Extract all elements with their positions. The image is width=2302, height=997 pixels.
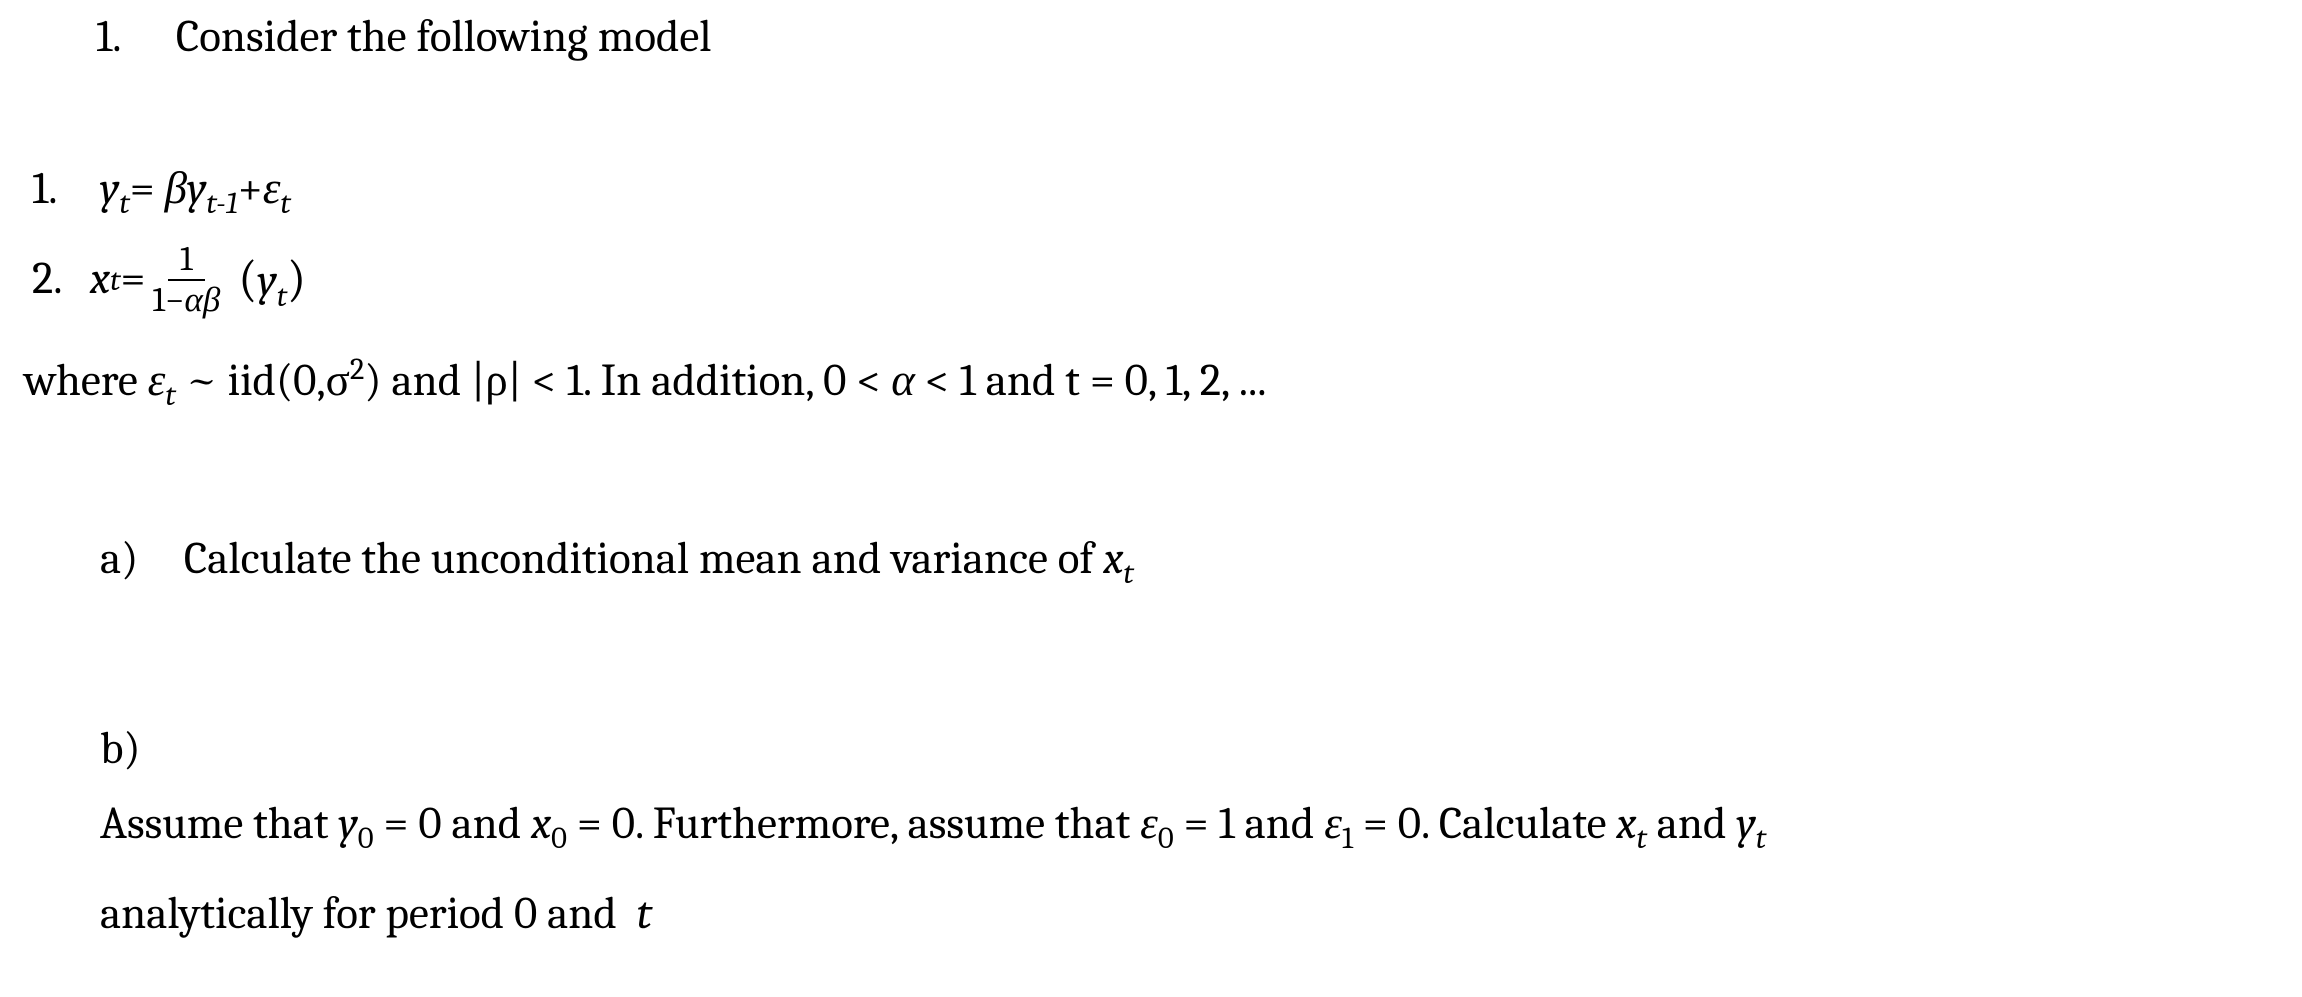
eq2-paren: (yt) xyxy=(227,247,306,312)
equation-1: 1. yt= βyt-1+εt xyxy=(32,160,291,219)
part-a: a) Calculate the unconditional mean and … xyxy=(100,530,2184,589)
pb-x0v: x xyxy=(531,798,551,850)
pb-t7: analytically for period 0 and xyxy=(100,888,627,940)
where-eps: ε xyxy=(148,355,166,407)
where-and2: < 1 and t = 0, 1, 2, ... xyxy=(915,355,1267,407)
eq1-eps-sub: t xyxy=(280,185,290,221)
document-page: 1. Consider the following model 1. yt= β… xyxy=(0,0,2302,997)
where-tilde: ~ xyxy=(176,355,228,407)
eq1-equals: = xyxy=(130,163,155,215)
eq1-lhs-sub: t xyxy=(119,185,129,221)
problem-intro: 1. Consider the following model xyxy=(96,8,711,67)
pb-t1: Assume that xyxy=(100,798,338,850)
eq2-den-alpha: α xyxy=(184,279,202,320)
pb-e0v: ε xyxy=(1140,798,1158,850)
eq1-eps: ε xyxy=(263,163,281,215)
pb-xts: t xyxy=(1636,820,1646,856)
eq2-den-1: 1 xyxy=(152,279,165,320)
part-b-body: Assume that y0 = 0 and x0 = 0. Furthermo… xyxy=(100,779,2205,959)
where-alpha: α xyxy=(891,355,915,407)
eq2-paren-sub: t xyxy=(277,279,287,314)
eq2-fraction: 1 1−αβ xyxy=(148,240,224,319)
eq2-paren-close: ) xyxy=(287,250,306,308)
pb-t4: = 1 and xyxy=(1174,798,1324,850)
pb-t3: = 0. Furthermore, assume that xyxy=(567,798,1140,850)
part-a-xvar: x xyxy=(1103,533,1123,585)
pb-e1v: ε xyxy=(1324,798,1342,850)
pb-e0s: 0 xyxy=(1158,820,1174,856)
pb-x0s: 0 xyxy=(551,820,567,856)
pb-t-it: t xyxy=(637,888,652,940)
part-a-text: Calculate the unconditional mean and var… xyxy=(184,533,1103,585)
pb-t5: = 0. Calculate xyxy=(1353,798,1616,850)
pb-yts: t xyxy=(1756,820,1766,856)
problem-number: 1. xyxy=(96,8,166,67)
where-iid-close: ) xyxy=(364,355,381,407)
part-a-xsub: t xyxy=(1123,555,1133,591)
where-and1: and |ρ| < 1. In addition, 0 < xyxy=(382,355,892,407)
part-b: b) Assume that y0 = 0 and x0 = 0. Furthe… xyxy=(100,720,2280,959)
problem-intro-text: Consider the following model xyxy=(176,11,712,63)
part-a-body: Calculate the unconditional mean and var… xyxy=(184,530,2184,589)
where-iid-open: iid(0, xyxy=(228,355,326,407)
eq1-plus: + xyxy=(238,163,263,215)
eq2-den-beta: β xyxy=(203,279,220,320)
eq2-paren-var: y xyxy=(257,255,276,307)
pb-e1s: 1 xyxy=(1342,820,1353,856)
where-sigma-sup: 2 xyxy=(350,351,364,387)
eq2-lhs-var: x xyxy=(90,250,110,309)
eq2-frac-den: 1−αβ xyxy=(148,281,224,320)
equation-2: 2. x t = 1 1−αβ (yt) xyxy=(32,240,306,319)
part-b-label: b) xyxy=(100,720,174,779)
eq2-equals: = xyxy=(120,250,145,309)
eq2-frac-num: 1 xyxy=(168,240,205,281)
eq2-paren-open: ( xyxy=(238,250,257,308)
where-eps-sub: t xyxy=(165,377,175,413)
where-clause: where εt ~ iid(0,σ2) and |ρ| < 1. In add… xyxy=(24,352,1267,411)
pb-xtv: x xyxy=(1616,798,1636,850)
eq1-beta: β xyxy=(165,163,187,215)
eq1-rhs-y-sub: t-1 xyxy=(206,185,237,221)
pb-t2: = 0 and xyxy=(374,798,531,850)
eq1-label: 1. xyxy=(32,160,90,219)
eq2-den-minus: − xyxy=(165,279,184,320)
where-sigma: σ xyxy=(326,355,350,407)
pb-t6: and xyxy=(1647,798,1736,850)
pb-ytv: y xyxy=(1736,798,1755,850)
eq2-label: 2. xyxy=(32,250,90,309)
where-prefix: where xyxy=(24,355,148,407)
part-a-label: a) xyxy=(100,530,174,589)
eq1-rhs-y: y xyxy=(187,163,206,215)
eq1-lhs-var: y xyxy=(100,163,119,215)
pb-y0s: 0 xyxy=(358,820,374,856)
pb-y0v: y xyxy=(338,798,357,850)
